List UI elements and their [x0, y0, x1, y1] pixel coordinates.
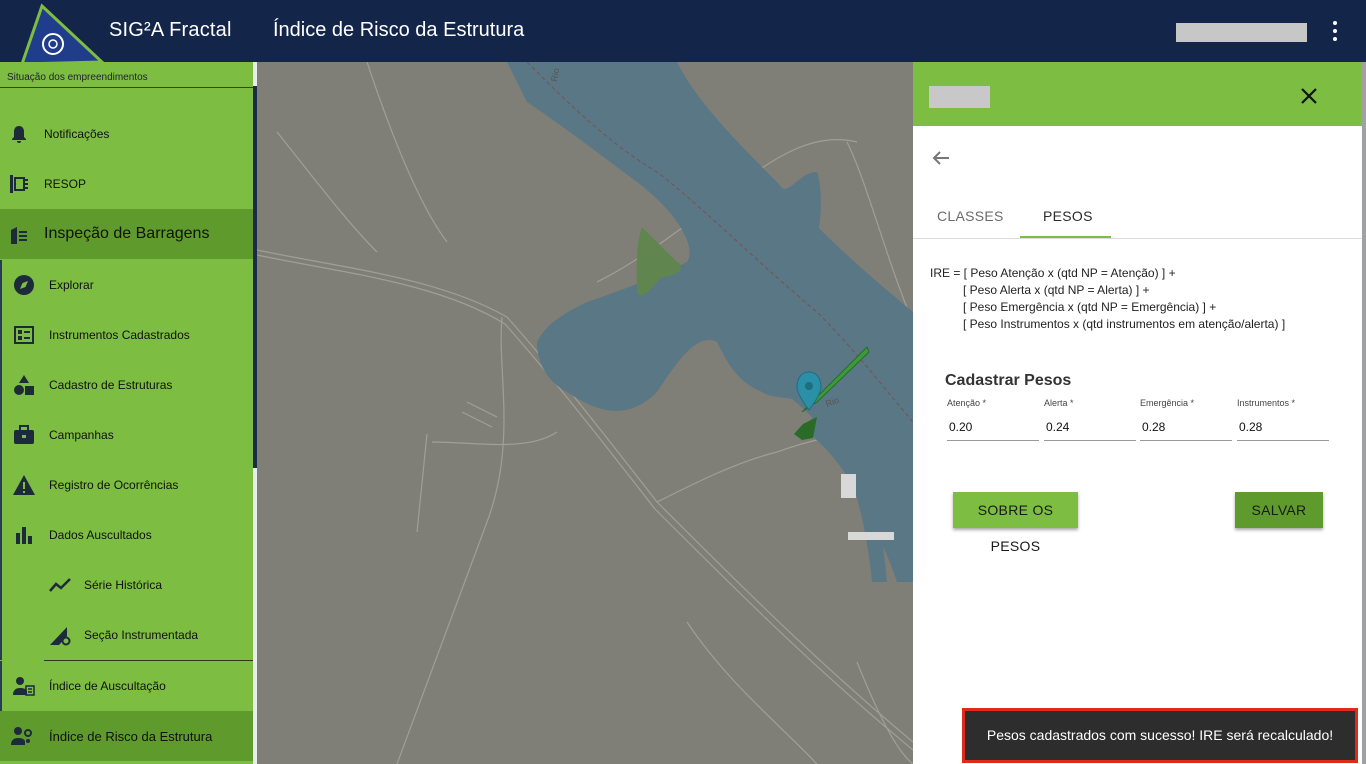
sidebar-item-label: Dados Auscultados [49, 528, 152, 542]
worker-gear-icon [11, 727, 32, 745]
sidebar-item-inspecao-barragens[interactable]: Inspeção de Barragens [0, 209, 253, 259]
formula-line: [ Peso Alerta x (qtd NP = Alerta) ] + [963, 283, 1150, 297]
emergencia-field[interactable]: Emergência * 0.28 [1140, 398, 1232, 441]
sidebar-item-registro-ocorrencias[interactable]: Registro de Ocorrências [0, 460, 253, 510]
sidebar-item-notificacoes[interactable]: Notificações [0, 109, 253, 159]
sidebar-item-cadastro-estruturas[interactable]: Cadastro de Estruturas [0, 360, 253, 410]
bar-chart-icon [16, 527, 32, 544]
worker-list-icon [13, 677, 35, 696]
sidebar-item-label: Instrumentos Cadastrados [49, 328, 190, 342]
field-label: Alerta * [1044, 398, 1074, 408]
warning-icon [13, 475, 35, 495]
formula-line: [ Peso Instrumentos x (qtd instrumentos … [963, 317, 1286, 331]
sidebar-item-label: Notificações [44, 127, 110, 141]
sidebar-caption: Situação dos empreendimentos [7, 72, 148, 83]
field-label: Atenção * [947, 398, 987, 408]
app-logo[interactable] [20, 2, 104, 66]
shapes-icon [14, 375, 34, 395]
sidebar-item-label: Explorar [49, 278, 94, 292]
ire-formula: IRE = [ Peso Atenção x (qtd NP = Atenção… [930, 265, 1285, 333]
sidebar-item-label: Inspeção de Barragens [44, 225, 210, 242]
sidebar-item-label: Índice de Auscultação [49, 679, 166, 693]
sidebar-item-label: Campanhas [49, 428, 114, 442]
page-title: Índice de Risco da Estrutura [273, 19, 525, 41]
save-button[interactable]: SALVAR [1235, 492, 1323, 528]
panel-header [913, 62, 1362, 126]
sidebar-item-explorar[interactable]: Explorar [0, 260, 253, 310]
field-value[interactable]: 0.28 [1142, 420, 1165, 434]
section-settings-icon [50, 627, 71, 646]
compass-icon [14, 275, 34, 295]
sidebar-item-label: Índice de Risco da Estrutura [49, 729, 213, 744]
resop-icon [10, 175, 28, 193]
field-underline [1140, 440, 1232, 441]
instruments-icon [14, 326, 34, 344]
map-canvas[interactable]: Rio Rio [257, 62, 913, 764]
formula-line: IRE = [ Peso Atenção x (qtd NP = Atenção… [930, 266, 1176, 280]
arrow-back-icon[interactable] [931, 148, 951, 168]
panel-scrollbar [1362, 62, 1366, 764]
sidebar-item-instrumentos[interactable]: Instrumentos Cadastrados [0, 310, 253, 360]
sidebar-item-serie-historica[interactable]: Série Histórica [0, 560, 253, 610]
field-underline [947, 440, 1039, 441]
close-icon[interactable] [1299, 86, 1319, 106]
app-title: SIG²A Fractal [109, 19, 232, 41]
success-snackbar: Pesos cadastrados com sucesso! IRE será … [962, 708, 1358, 763]
sidebar-item-secao-instrumentada[interactable]: Seção Instrumentada [0, 610, 253, 660]
formula-line: [ Peso Emergência x (qtd NP = Emergência… [963, 300, 1217, 314]
tab-classes[interactable]: CLASSES [937, 208, 1004, 224]
briefcase-icon [14, 425, 34, 444]
field-value[interactable]: 0.24 [1046, 420, 1069, 434]
atencao-field[interactable]: Atenção * 0.20 [947, 398, 1039, 441]
tab-pesos[interactable]: PESOS [1043, 208, 1093, 224]
sidebar-divider [0, 87, 253, 88]
alerta-field[interactable]: Alerta * 0.24 [1044, 398, 1136, 441]
top-bar: SIG²A Fractal Índice de Risco da Estrutu… [0, 0, 1366, 66]
field-underline [1044, 440, 1136, 441]
user-name-redacted[interactable] [1176, 23, 1307, 42]
sidebar-item-dados-auscultados[interactable]: Dados Auscultados [0, 510, 253, 560]
detail-panel: CLASSES PESOS IRE = [ Peso Atenção x (qt… [913, 62, 1362, 764]
about-weights-button[interactable]: SOBRE OS PESOS [953, 492, 1078, 554]
field-value[interactable]: 0.20 [949, 420, 972, 434]
sidebar-item-campanhas[interactable]: Campanhas [0, 410, 253, 460]
dam-icon [11, 227, 27, 244]
tabs-divider [913, 238, 1362, 239]
bell-icon [12, 126, 26, 143]
sidebar-item-label: Registro de Ocorrências [49, 478, 179, 492]
trend-line-icon [49, 578, 71, 592]
instrumentos-field[interactable]: Instrumentos * 0.28 [1237, 398, 1329, 441]
sidebar-item-label: RESOP [44, 177, 87, 191]
sidebar-item-resop[interactable]: RESOP [0, 159, 253, 209]
section-title: Cadastrar Pesos [945, 372, 1072, 389]
more-vert-icon[interactable] [1326, 20, 1344, 42]
structure-name-redacted [929, 86, 990, 108]
sidebar-item-label: Seção Instrumentada [84, 628, 199, 642]
sidebar-item-indice-auscultacao[interactable]: Índice de Auscultação [0, 661, 253, 711]
field-label: Instrumentos * [1237, 398, 1296, 408]
sidebar-item-label: Série Histórica [84, 578, 163, 592]
map-view[interactable]: Rio Rio [257, 62, 913, 764]
sidebar-item-indice-risco-estrutura[interactable]: Índice de Risco da Estrutura [0, 711, 253, 761]
field-underline [1237, 440, 1329, 441]
sidebar-item-label: Cadastro de Estruturas [49, 378, 173, 392]
field-value[interactable]: 0.28 [1239, 420, 1262, 434]
field-label: Emergência * [1140, 398, 1195, 408]
